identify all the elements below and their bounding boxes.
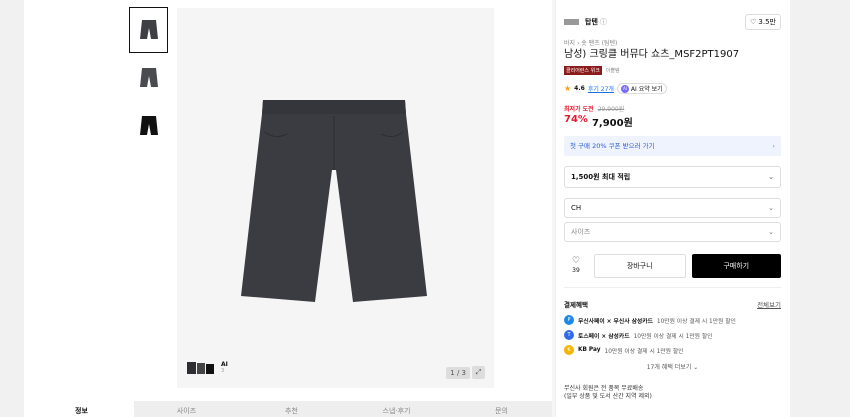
size-select[interactable]: 사이즈 ⌄ <box>564 222 781 242</box>
info-icon[interactable]: ⓘ <box>600 17 607 27</box>
buy-button[interactable]: 구매하기 <box>691 254 781 278</box>
tab-info[interactable]: 정보 <box>29 401 134 417</box>
card-icon: P <box>564 315 574 325</box>
lowest-price-label: 최저가 도전 <box>564 106 594 113</box>
thumbnail-list <box>129 7 169 151</box>
lowest-price-row: 최저가 도전 29,900원 <box>564 104 781 113</box>
rating-score: 4.6 <box>574 85 585 92</box>
product-info-panel: 탑텐 ⓘ ♡ 3.5만 바지 › 숏 팬츠 (팀텐) 남성) 크링클 버뮤다 쇼… <box>555 0 790 417</box>
ai-icon: AI <box>620 84 629 93</box>
chevron-down-icon: ⌄ <box>768 173 774 181</box>
brand-row: 탑텐 ⓘ ♡ 3.5만 <box>564 14 781 30</box>
thumbnail-2[interactable] <box>129 55 168 101</box>
thumbnail-1[interactable] <box>129 7 168 53</box>
clearance-badge: 클리어런스 위크 <box>564 66 602 75</box>
benefit-item: K KB Pay 10만원 이상 결제 시 1만원 할인 <box>564 345 781 355</box>
sale-price: 7,900원 <box>591 118 633 129</box>
shipping-info: 무신사 회원은 전 품목 무료배송 (일부 상품 및 도서 산간 지역 제외) <box>564 385 652 400</box>
review-link[interactable]: 후기 27개 <box>588 84 614 93</box>
rating-row: ★ 4.6 후기 27개 AI AI 요약 보기 <box>564 83 781 94</box>
chevron-down-icon: ⌄ <box>768 204 774 212</box>
thumbnail-3[interactable] <box>129 103 168 149</box>
image-pager: 1 / 3 <box>446 367 470 379</box>
brand-like-count: 3.5만 <box>758 18 776 26</box>
benefits-title: 결제혜택 <box>564 301 588 309</box>
star-icon: ★ <box>564 84 572 93</box>
product-page: AI 3 1 / 3 ⤢ 정보 사이즈 추천 스냅·후기 문의 탑텐 ⓘ ♡ 3… <box>24 0 790 417</box>
tab-snap-review[interactable]: 스냅·후기 <box>344 401 449 417</box>
brand-like-button[interactable]: ♡ 3.5만 <box>745 14 781 30</box>
benefit-item: P 무신사페이 × 무신사 삼성카드 10만원 이상 결제 시 1만원 할인 <box>564 315 781 325</box>
divider <box>564 287 781 288</box>
ai-fitting-preview[interactable]: AI 3 <box>186 358 228 378</box>
expand-icon[interactable]: ⤢ <box>472 366 485 379</box>
price-row: 74% 7,900원 <box>564 114 781 129</box>
tab-size[interactable]: 사이즈 <box>134 401 239 417</box>
chevron-down-icon: ⌄ <box>768 228 774 236</box>
card-icon: T <box>564 330 574 340</box>
chevron-down-icon: ⌄ <box>693 364 699 371</box>
product-title: 남성) 크링클 버뮤다 쇼츠_MSF2PT1907 <box>564 49 740 60</box>
benefits-header: 결제혜택 전체보기 <box>564 299 781 309</box>
breadcrumb[interactable]: 바지 › 숏 팬츠 (팀텐) <box>564 38 781 47</box>
detail-tabs: 정보 사이즈 추천 스냅·후기 문의 <box>29 401 554 417</box>
discount-rate: 74% <box>564 114 588 125</box>
main-product-image[interactable]: AI 3 1 / 3 ⤢ <box>177 8 494 388</box>
like-count: 39 <box>572 267 580 274</box>
coupon-banner[interactable]: 첫 구매 20% 쿠폰 받으러 가기 › <box>564 136 781 156</box>
heart-icon: ♡ <box>750 18 757 26</box>
benefit-item: T 토스페이 × 삼성카드 10만원 이상 결제 시 1만원 할인 <box>564 330 781 340</box>
purchase-actions: ♡ 39 장바구니 구매하기 <box>564 254 781 278</box>
cart-button[interactable]: 장바구니 <box>594 254 686 278</box>
more-benefits-button[interactable]: 17개 혜택 더보기 ⌄ <box>564 362 781 371</box>
ai-summary-button[interactable]: AI AI 요약 보기 <box>616 83 667 94</box>
tab-inquiry[interactable]: 문의 <box>449 401 554 417</box>
original-price: 29,900원 <box>597 106 625 113</box>
tag-badge: 이쁠템 <box>605 68 620 74</box>
brand-logo[interactable] <box>564 19 579 25</box>
heart-icon: ♡ <box>571 256 581 266</box>
mini-product-image <box>187 362 214 374</box>
benefits-view-all[interactable]: 전체보기 <box>757 299 781 309</box>
tab-recommend[interactable]: 추천 <box>239 401 344 417</box>
points-dropdown[interactable]: 1,500원 최대 적립 ⌄ <box>564 166 781 188</box>
ai-label: AI 3 <box>221 361 228 374</box>
card-icon: K <box>564 345 574 355</box>
color-select[interactable]: CH ⌄ <box>564 198 781 218</box>
shorts-image <box>241 100 427 302</box>
chevron-right-icon: › <box>772 142 775 150</box>
brand-name[interactable]: 탑텐 <box>585 17 598 27</box>
like-button[interactable]: ♡ 39 <box>564 257 588 275</box>
badges: 클리어런스 위크 이쁠템 <box>564 66 781 75</box>
